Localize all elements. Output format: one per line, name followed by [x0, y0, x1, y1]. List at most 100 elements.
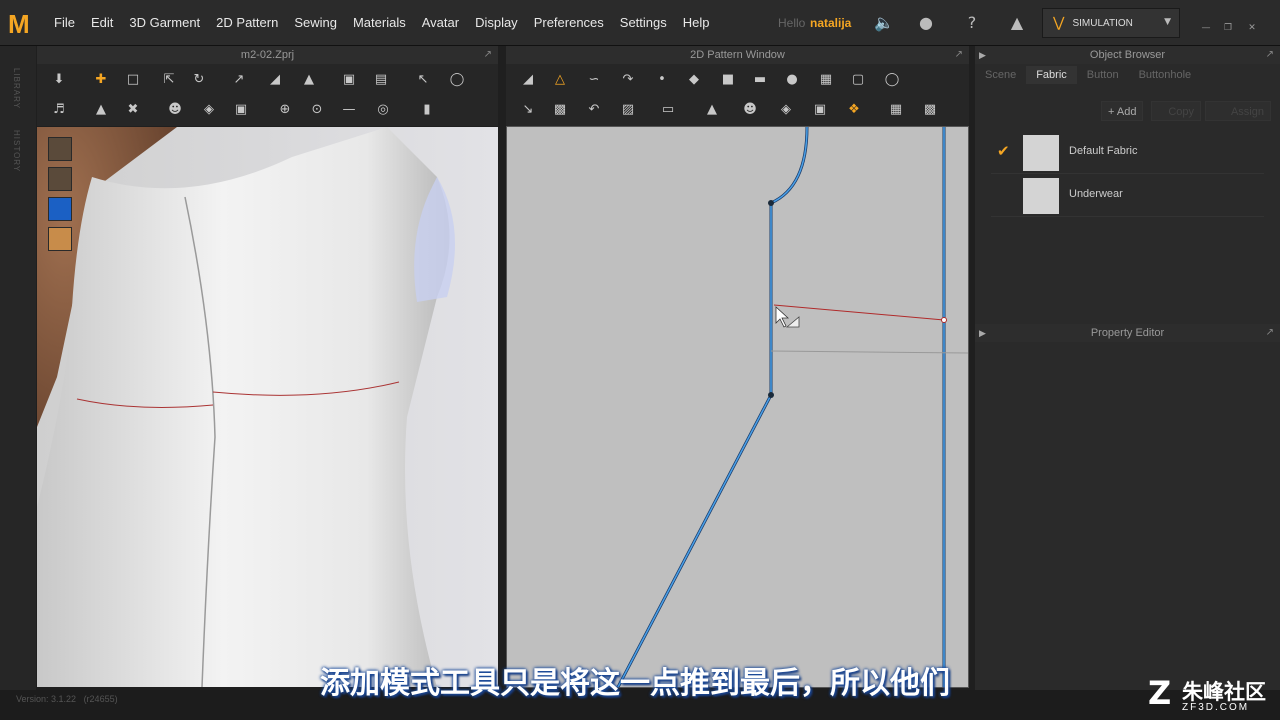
object-browser-title: Object Browser — [1089, 49, 1166, 61]
gizmo-icon[interactable]: ❖ — [844, 100, 864, 120]
avatar-measure-icon[interactable]: ☻ — [165, 100, 185, 120]
menu-2d-pattern[interactable]: 2D Pattern — [208, 0, 286, 46]
copy-fabric-button[interactable]: Copy — [1151, 101, 1201, 121]
sewing-icon[interactable]: ▲ — [702, 100, 722, 120]
fold-arrangement-icon[interactable]: ▭ — [658, 100, 678, 120]
avatar-silhouette-icon[interactable] — [48, 167, 72, 191]
menu-3d-garment[interactable]: 3D Garment — [121, 0, 208, 46]
menu-settings[interactable]: Settings — [612, 0, 675, 46]
pattern-2d-icon[interactable]: ▣ — [810, 100, 830, 120]
expand-icon[interactable]: ↗ — [1266, 46, 1274, 64]
avatar-shirt-icon[interactable] — [48, 137, 72, 161]
avatar-measure-2d-icon[interactable]: ☻ — [740, 100, 760, 120]
zipper-icon[interactable]: — — [339, 100, 359, 120]
help-icon[interactable]: ? — [962, 13, 982, 33]
edit-point-icon[interactable]: △ — [550, 70, 570, 90]
tab-button[interactable]: Button — [1077, 66, 1129, 84]
grid-select-icon[interactable]: ▩ — [920, 100, 940, 120]
internal-rectangle-icon[interactable]: ▢ — [848, 70, 868, 90]
fabric-swatch — [1023, 135, 1059, 171]
fabric-display-icon[interactable] — [48, 197, 72, 221]
tab-fabric[interactable]: Fabric — [1026, 66, 1077, 84]
tab-buttonhole[interactable]: Buttonhole — [1129, 66, 1202, 84]
topstitch-icon[interactable]: ▮ — [417, 100, 437, 120]
minimize-icon[interactable]: — — [1198, 22, 1214, 34]
menu-file[interactable]: File — [46, 0, 83, 46]
view2d-title: 2D Pattern Window — [690, 49, 785, 61]
transform-pattern-icon[interactable]: ◢ — [518, 70, 538, 90]
menu-materials[interactable]: Materials — [345, 0, 414, 46]
circle-icon[interactable]: ● — [782, 70, 802, 90]
watermark-en: ZF3D.COM — [1182, 702, 1250, 713]
tape-icon[interactable]: ◯ — [447, 70, 467, 90]
piping-icon[interactable]: ◎ — [373, 100, 393, 120]
add-point-icon[interactable]: • — [652, 70, 672, 90]
collapse-icon[interactable]: ▶ — [979, 46, 986, 64]
polygon-icon[interactable]: ◆ — [684, 70, 704, 90]
view2d-canvas[interactable] — [506, 126, 969, 688]
texture-2d-icon[interactable]: ◈ — [776, 100, 796, 120]
close-icon[interactable]: ✕ — [1244, 22, 1260, 34]
select-move-icon[interactable]: ⬇ — [49, 70, 69, 90]
expand-icon[interactable]: ↗ — [955, 46, 963, 64]
pleat-icon[interactable]: ▨ — [618, 100, 638, 120]
sidebar-tab-history[interactable]: HISTORY — [12, 130, 21, 172]
tab-scene[interactable]: Scene — [975, 66, 1026, 84]
curve-point-icon[interactable]: ∽ — [584, 70, 604, 90]
rectangle-icon[interactable]: ▬ — [750, 70, 770, 90]
transform-icon[interactable]: ✚ — [91, 70, 111, 90]
restore-icon[interactable]: ❐ — [1220, 22, 1236, 34]
fabric-list-item[interactable]: ✔ Default Fabric — [991, 132, 1264, 174]
fabric-name: Default Fabric — [1069, 145, 1138, 157]
tack-icon[interactable]: ✖ — [123, 100, 143, 120]
fold-icon[interactable]: ◢ — [265, 70, 285, 90]
fabric-list-item[interactable]: Underwear — [991, 175, 1264, 217]
menu-help[interactable]: Help — [675, 0, 718, 46]
assign-fabric-button[interactable]: Assign — [1205, 101, 1271, 121]
garment-pin-icon[interactable]: ▲ — [299, 70, 319, 90]
box-select-icon[interactable]: □ — [123, 70, 143, 90]
menu-preferences[interactable]: Preferences — [526, 0, 612, 46]
add-label: Add — [1116, 106, 1137, 118]
pattern-fill-icon[interactable]: ▣ — [231, 100, 251, 120]
menu-display[interactable]: Display — [467, 0, 526, 46]
scale-icon[interactable]: ⇱ — [159, 70, 179, 90]
collapse-icon[interactable]: ▶ — [979, 324, 986, 342]
dart-icon[interactable]: ↘ — [518, 100, 538, 120]
rotate-icon[interactable]: ↻ — [189, 70, 209, 90]
shirt-open-icon[interactable]: ▤ — [371, 70, 391, 90]
garment-edit-icon[interactable]: ▲ — [91, 100, 111, 120]
internal-circle-icon[interactable]: ◯ — [882, 70, 902, 90]
sidebar-tab-library[interactable]: LIBRARY — [12, 68, 21, 109]
menu-sewing[interactable]: Sewing — [286, 0, 345, 46]
button-tool-icon[interactable]: ⊕ — [275, 100, 295, 120]
trace-icon[interactable]: ▩ — [550, 100, 570, 120]
user-icon[interactable]: ● — [916, 13, 936, 33]
grid-icon[interactable]: ▦ — [886, 100, 906, 120]
garment-add-icon[interactable]: ▲ — [1007, 13, 1027, 33]
avatar-show-icon[interactable] — [48, 227, 72, 251]
internal-polygon-icon[interactable]: ▦ — [816, 70, 836, 90]
expand-icon[interactable]: ↗ — [1266, 324, 1274, 342]
avatar-pose-icon[interactable]: ♬ — [49, 100, 69, 120]
watermark-logo: Z 朱峰社区 ZF3D.COM — [1148, 672, 1278, 718]
view3d-header: m2-02.Zprj ↗ — [37, 46, 498, 64]
view3d-title: m2-02.Zprj — [240, 49, 295, 61]
line-tool-icon[interactable]: ↗ — [229, 70, 249, 90]
texture-icon[interactable]: ◈ — [199, 100, 219, 120]
simulation-button[interactable]: ⋁ SIMULATION ▼ — [1042, 8, 1180, 38]
shirt-icon[interactable]: ▣ — [339, 70, 359, 90]
expand-icon[interactable]: ↗ — [484, 46, 492, 64]
menu-avatar[interactable]: Avatar — [414, 0, 467, 46]
buttonhole-icon[interactable]: ⊙ — [307, 100, 327, 120]
property-editor-title: Property Editor — [1090, 327, 1165, 339]
chevron-down-icon[interactable]: ▼ — [1164, 17, 1171, 27]
menu-edit[interactable]: Edit — [83, 0, 121, 46]
speaker-icon[interactable]: 🔈 — [874, 13, 894, 33]
polygon-fill-icon[interactable]: ■ — [718, 70, 738, 90]
measure-icon[interactable]: ↖ — [413, 70, 433, 90]
add-fabric-button[interactable]: + Add — [1101, 101, 1144, 121]
view3d-canvas[interactable] — [37, 127, 498, 687]
edit-curvature-icon[interactable]: ↷ — [618, 70, 638, 90]
notch-icon[interactable]: ↶ — [584, 100, 604, 120]
